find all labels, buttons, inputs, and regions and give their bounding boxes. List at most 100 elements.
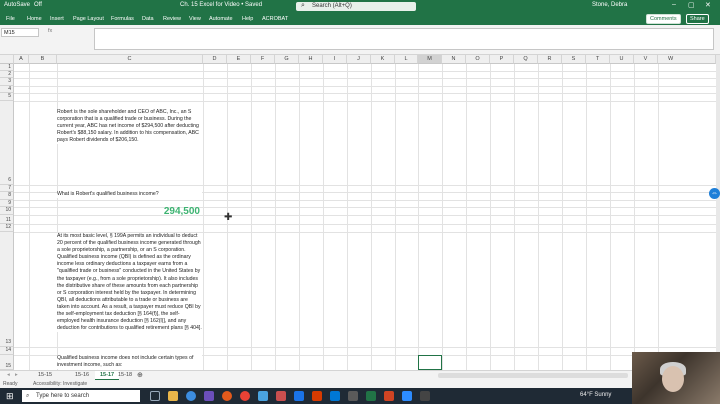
row-header-5[interactable]: 5 xyxy=(0,93,14,101)
maximize-icon[interactable]: ▢ xyxy=(688,1,695,9)
row-header-11[interactable]: 11 xyxy=(0,215,14,224)
user-name[interactable]: Stone, Debra xyxy=(592,2,627,8)
zoom-icon[interactable] xyxy=(402,391,412,401)
file-explorer-icon[interactable] xyxy=(168,391,178,401)
column-header-e[interactable]: E xyxy=(227,55,251,64)
row-header-12[interactable]: 12 xyxy=(0,224,14,232)
formula-input[interactable] xyxy=(94,28,714,50)
chrome-icon[interactable] xyxy=(240,391,250,401)
column-header-q[interactable]: Q xyxy=(514,55,538,64)
search-box[interactable]: ⌕ Search (Alt+Q) xyxy=(296,2,416,11)
task-view-icon[interactable] xyxy=(150,391,160,401)
taskbar-search-input[interactable]: ⌕ Type here to search xyxy=(22,390,140,402)
sheet-tab-15-15[interactable]: 15-15 xyxy=(33,371,57,380)
column-header-p[interactable]: P xyxy=(490,55,514,64)
tab-acrobat[interactable]: ACROBAT xyxy=(262,16,288,22)
column-header-r[interactable]: R xyxy=(538,55,562,64)
taskbar-search-placeholder: Type here to search xyxy=(36,393,90,399)
column-header-d[interactable]: D xyxy=(203,55,227,64)
row-header-2[interactable]: 2 xyxy=(0,71,14,78)
selected-cell-m15[interactable] xyxy=(418,355,442,370)
column-header-s[interactable]: S xyxy=(562,55,586,64)
horizontal-scrollbar[interactable] xyxy=(438,373,628,378)
search-placeholder: Search (Alt+Q) xyxy=(312,3,352,9)
row-header-7[interactable]: 7 xyxy=(0,185,14,192)
outlook-icon[interactable] xyxy=(330,391,340,401)
column-header-v[interactable]: V xyxy=(634,55,658,64)
column-header-k[interactable]: K xyxy=(371,55,395,64)
gridline xyxy=(29,64,30,370)
edge-icon[interactable] xyxy=(186,391,196,401)
column-header-j[interactable]: J xyxy=(347,55,371,64)
add-sheet-icon[interactable]: ⊕ xyxy=(132,371,148,380)
floating-tool-icon[interactable]: ⇔ xyxy=(709,188,720,199)
column-header-h[interactable]: H xyxy=(299,55,323,64)
row-header-9[interactable]: 9 xyxy=(0,200,14,207)
tab-insert[interactable]: Insert xyxy=(50,16,64,22)
column-header-f[interactable]: F xyxy=(251,55,275,64)
scroll-right-icon[interactable]: ▸ xyxy=(10,371,23,380)
tab-help[interactable]: Help xyxy=(242,16,253,22)
minimize-icon[interactable]: – xyxy=(672,1,676,8)
row-header-10[interactable]: 10 xyxy=(0,207,14,215)
accessibility-status[interactable]: Accessibility: Investigate xyxy=(33,381,87,387)
column-header-b[interactable]: B xyxy=(29,55,57,64)
fx-label[interactable]: fx xyxy=(48,28,88,37)
row-header-13[interactable]: 13 xyxy=(0,232,14,347)
autosave-toggle[interactable]: Off xyxy=(34,2,42,8)
column-header-w[interactable]: W xyxy=(658,55,716,64)
row-header-8[interactable]: 8 xyxy=(0,192,14,200)
app-icon[interactable] xyxy=(420,391,430,401)
app-icon[interactable] xyxy=(348,391,358,401)
column-header-m[interactable]: M xyxy=(418,55,442,64)
comments-label: Comments xyxy=(650,16,677,22)
name-box[interactable]: M15 xyxy=(1,28,39,37)
column-header-i[interactable]: I xyxy=(323,55,347,64)
tab-formulas[interactable]: Formulas xyxy=(111,16,134,22)
share-button[interactable]: Share xyxy=(686,14,709,24)
tab-file[interactable]: File xyxy=(6,16,15,22)
tab-automate[interactable]: Automate xyxy=(209,16,233,22)
column-header-a[interactable]: A xyxy=(14,55,29,64)
tab-data[interactable]: Data xyxy=(142,16,154,22)
firefox-icon[interactable] xyxy=(222,391,232,401)
acrobat-icon[interactable] xyxy=(384,391,394,401)
windows-start-icon[interactable]: ⊞ xyxy=(6,391,14,401)
sheet-tab-15-16[interactable]: 15-16 xyxy=(70,371,94,380)
app-icon[interactable] xyxy=(276,391,286,401)
weather-status[interactable]: 64°F Sunny xyxy=(580,392,611,398)
cell-c15-text[interactable]: Qualified business income does not inclu… xyxy=(57,355,202,370)
cell-c6-problem-text[interactable]: Robert is the sole shareholder and CEO o… xyxy=(57,109,202,145)
mail-icon[interactable] xyxy=(258,391,268,401)
column-header-t[interactable]: T xyxy=(586,55,610,64)
row-header-4[interactable]: 4 xyxy=(0,86,14,93)
column-header-c[interactable]: C xyxy=(57,55,203,64)
select-all-corner[interactable] xyxy=(0,55,14,64)
column-header-u[interactable]: U xyxy=(610,55,634,64)
row-header-14[interactable]: 14 xyxy=(0,347,14,355)
column-header-l[interactable]: L xyxy=(395,55,418,64)
tab-page-layout[interactable]: Page Layout xyxy=(73,16,104,22)
cell-c13-explanation[interactable]: At its most basic level, § 199A permits … xyxy=(57,233,202,333)
row-header-3[interactable]: 3 xyxy=(0,78,14,86)
powerpoint-icon[interactable] xyxy=(312,391,322,401)
column-header-g[interactable]: G xyxy=(275,55,299,64)
column-header-n[interactable]: N xyxy=(442,55,466,64)
tab-review[interactable]: Review xyxy=(163,16,181,22)
cell-c9-question[interactable]: What is Robert's qualified business inco… xyxy=(57,191,202,199)
cell-c11-answer[interactable]: 294,500 xyxy=(100,206,200,217)
row-header-6[interactable]: 6 xyxy=(0,101,14,185)
autosave-label[interactable]: AutoSave xyxy=(4,2,30,8)
tab-home[interactable]: Home xyxy=(27,16,42,22)
row-header-1[interactable]: 1 xyxy=(0,64,14,71)
column-header-o[interactable]: O xyxy=(466,55,490,64)
close-icon[interactable]: ✕ xyxy=(705,1,711,9)
tab-view[interactable]: View xyxy=(189,16,201,22)
excel-icon[interactable] xyxy=(366,391,376,401)
comments-button[interactable]: Comments xyxy=(646,14,681,24)
worksheet-grid[interactable]: A B C D E F G H I J K L M N O P Q R S T … xyxy=(0,55,716,370)
row-header-15[interactable]: 15 xyxy=(0,355,14,370)
vertical-scrollbar[interactable] xyxy=(716,55,720,370)
teams-icon[interactable] xyxy=(204,391,214,401)
word-icon[interactable] xyxy=(294,391,304,401)
